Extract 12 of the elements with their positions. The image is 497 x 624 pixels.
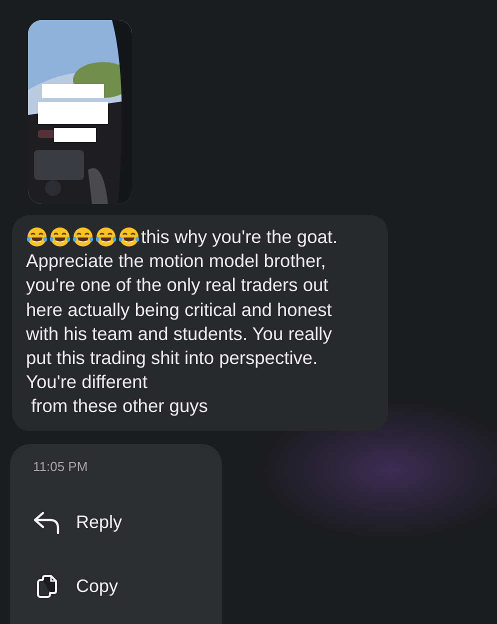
laughing-emoji-icon [26, 226, 48, 248]
message-text: this why you're the goat. [141, 225, 338, 249]
reply-icon [33, 510, 61, 536]
laughing-emoji-icon [72, 226, 94, 248]
laughing-emoji-icon [118, 226, 140, 248]
message-text: Appreciate the motion model brother, you're one of the only real traders out here actually being critical and honest with his team and students. You really put this trading shit into perspective. You're different from these other guys [26, 249, 333, 418]
copy-button[interactable]: Copy [10, 554, 222, 619]
reply-button[interactable]: Reply [10, 490, 222, 555]
laughing-emoji-icon [95, 226, 117, 248]
message-time: 11:05 PM [33, 458, 89, 475]
copy-icon [36, 574, 58, 600]
laughing-emoji-icon [49, 226, 71, 248]
